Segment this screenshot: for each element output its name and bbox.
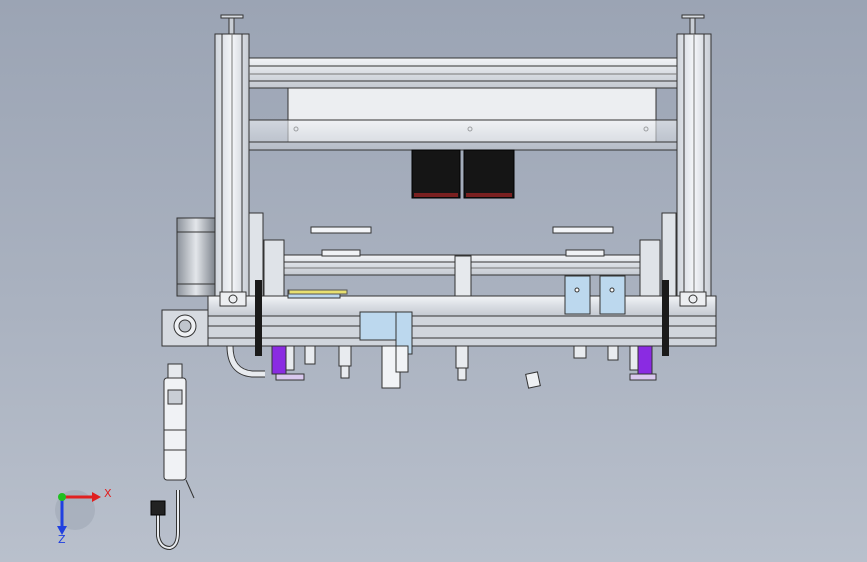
leveling-foot-left bbox=[220, 14, 244, 35]
screwdriver-cable bbox=[156, 490, 180, 551]
top-cross-beam bbox=[248, 57, 678, 89]
x-axis-label: X bbox=[104, 487, 112, 500]
side-plate-left bbox=[255, 280, 262, 356]
gearbox bbox=[161, 309, 209, 347]
slot-right bbox=[552, 226, 614, 234]
slot-left bbox=[310, 226, 372, 234]
x-axis-head bbox=[92, 492, 101, 502]
y-axis-dot bbox=[58, 493, 66, 501]
tool-head-1 bbox=[304, 345, 352, 379]
z-axis-label: Z bbox=[58, 533, 66, 546]
bearing-block-right bbox=[679, 291, 707, 307]
tool-head-2 bbox=[381, 345, 409, 389]
leveling-foot-right bbox=[681, 14, 705, 35]
cad-drawing: X Z bbox=[55, 14, 717, 551]
yellow-strip bbox=[288, 289, 348, 295]
right-column-post bbox=[676, 33, 712, 297]
gripper-left bbox=[271, 345, 305, 381]
gripper-right bbox=[629, 345, 657, 381]
side-plate-right bbox=[662, 280, 669, 356]
servo-motor-left bbox=[411, 149, 461, 199]
tool-head-4 bbox=[573, 345, 619, 361]
cable-connector bbox=[150, 500, 166, 516]
servo-motor-right bbox=[463, 149, 515, 199]
small-clip bbox=[525, 371, 541, 389]
bearing-block-left bbox=[219, 291, 247, 307]
drive-motor bbox=[176, 217, 216, 297]
main-base-rail bbox=[207, 295, 717, 347]
lower-cross-beam bbox=[248, 119, 678, 151]
tool-head-3 bbox=[455, 345, 469, 381]
left-column-post bbox=[214, 33, 250, 297]
axis-triad: X Z bbox=[55, 487, 112, 546]
electric-screwdriver bbox=[163, 363, 195, 499]
